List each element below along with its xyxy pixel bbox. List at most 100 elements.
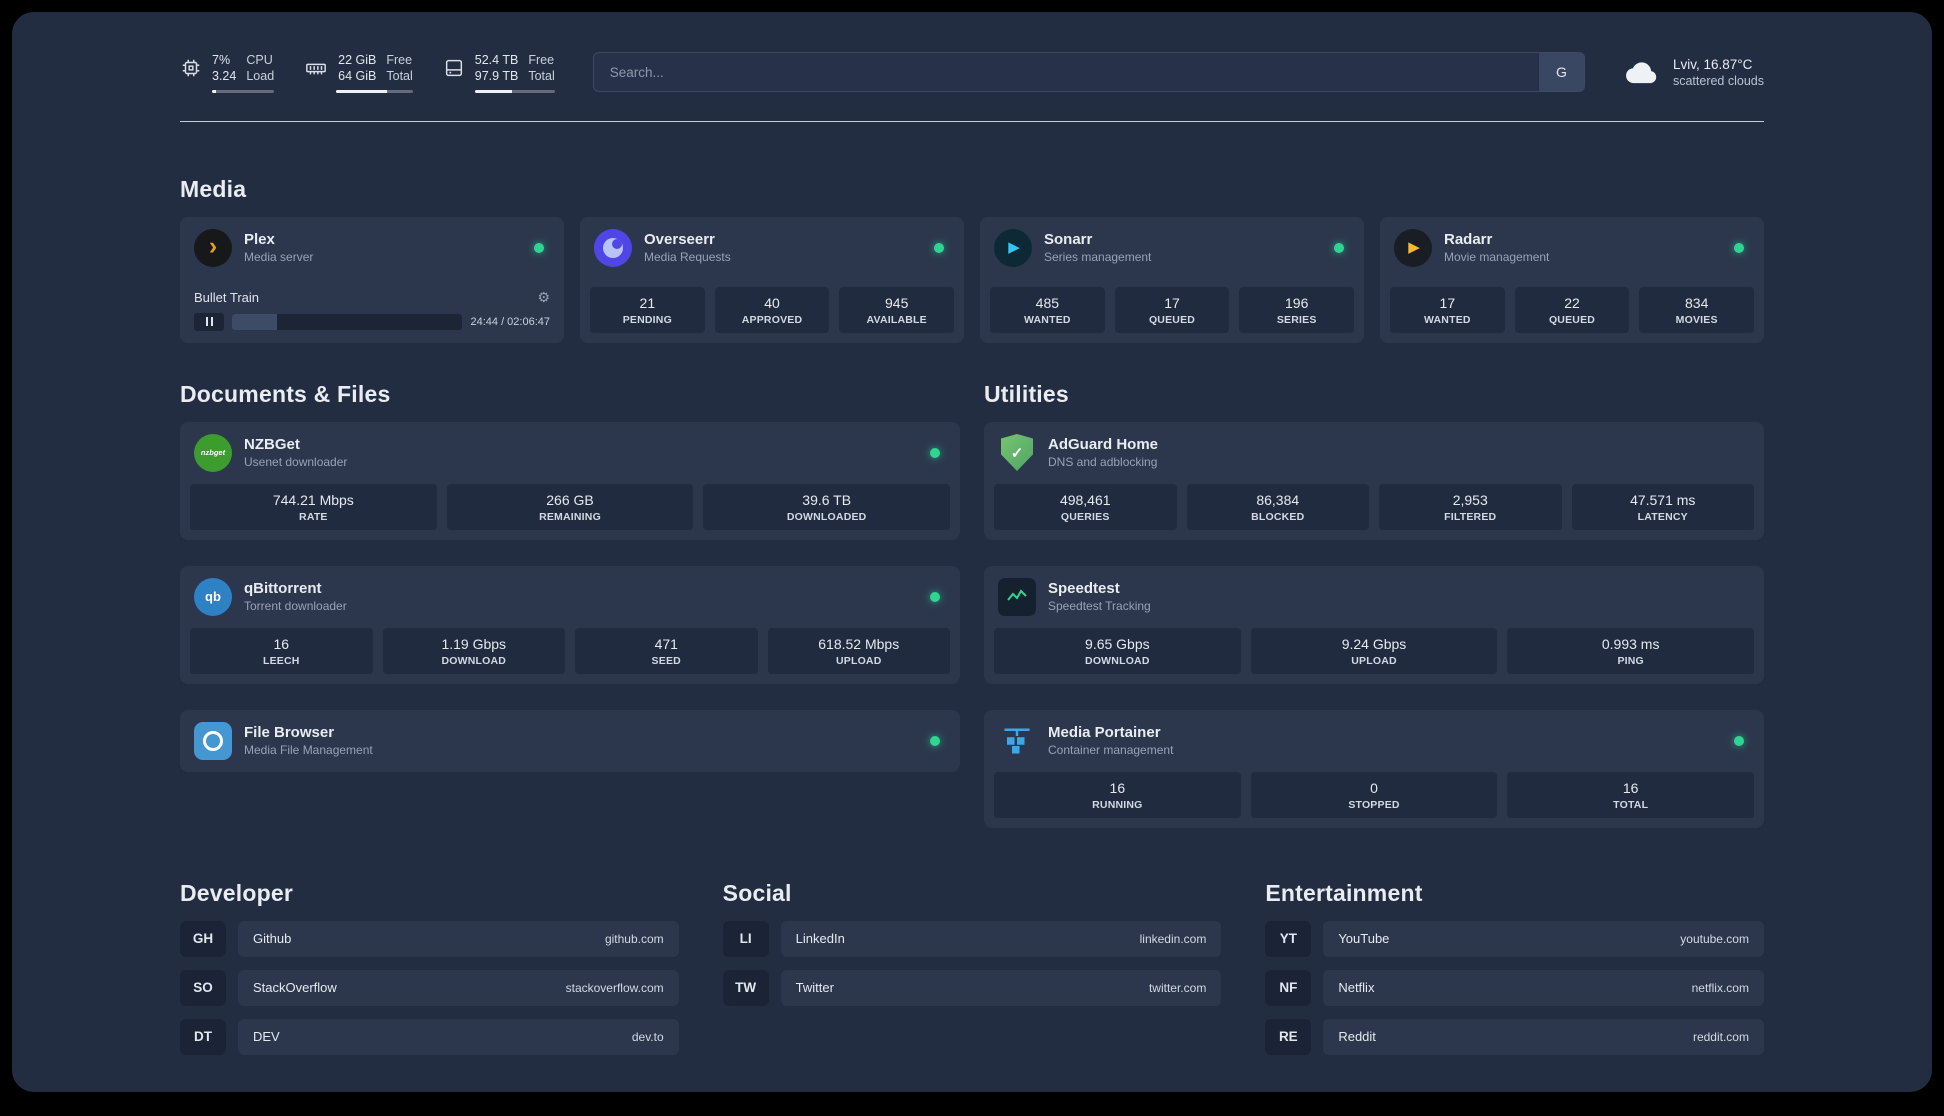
bookmark-group-developer: Developer GH Github github.com SO StackOv… — [180, 880, 679, 1068]
stat-tile: 39.6 TB DOWNLOADED — [703, 483, 951, 530]
card-radarr[interactable]: ▶ Radarr Movie management 17 WANTED 22 QUE… — [1380, 216, 1764, 343]
card-qbittorrent[interactable]: qb qBittorrent Torrent downloader 16 LEEC… — [180, 565, 960, 684]
playback-time: 24:44 / 02:06:47 — [470, 315, 550, 328]
bookmark-link-linkedin[interactable]: LinkedIn linkedin.com — [780, 920, 1222, 957]
bookmark-link-netflix[interactable]: Netflix netflix.com — [1323, 969, 1764, 1006]
section-utilities: Utilities ✓ AdGuard Home DNS and adblock… — [984, 381, 1764, 828]
app-subtitle: Series management — [1044, 250, 1152, 264]
stat-tile: 266 GB REMAINING — [446, 483, 694, 530]
cpu-usage-bar — [212, 89, 275, 93]
app-subtitle: Movie management — [1444, 250, 1550, 264]
stat-tile: 0.993 ms PING — [1507, 627, 1755, 674]
stat-tile: 17 WANTED — [1390, 286, 1505, 333]
bookmark-link-youtube[interactable]: YouTube youtube.com — [1323, 920, 1764, 957]
stat-tile: 618.52 Mbps UPLOAD — [767, 627, 950, 674]
stat-tile: 16 TOTAL — [1507, 771, 1755, 818]
stat-tile: 17 QUEUED — [1114, 286, 1230, 333]
settings-gear-icon[interactable]: ⚙ — [537, 290, 550, 304]
sonarr-icon: ▶ — [994, 228, 1032, 267]
search-input[interactable] — [593, 53, 1538, 92]
stat-tile: 196 SERIES — [1239, 286, 1355, 333]
bookmark-row: LI LinkedIn linkedin.com — [722, 920, 1222, 957]
app-subtitle: DNS and adblocking — [1048, 455, 1158, 469]
bookmark-row: RE Reddit reddit.com — [1265, 1018, 1764, 1055]
card-nzbget[interactable]: nzbget NZBGet Usenet downloader 744.21 M… — [180, 421, 960, 540]
bookmark-row: DT DEV dev.to — [180, 1018, 679, 1055]
card-media-portainer[interactable]: Media Portainer Container management 16 R… — [984, 709, 1764, 828]
weather-location: Lviv, 16.87°C — [1672, 56, 1753, 72]
status-dot — [930, 735, 940, 746]
card-speedtest[interactable]: Speedtest Speedtest Tracking 9.65 Gbps DO… — [984, 565, 1764, 684]
card-sonarr[interactable]: ▶ Sonarr Series management 485 WANTED 17 Q… — [980, 216, 1364, 343]
stat-tile: 16 RUNNING — [994, 771, 1241, 818]
file-browser-icon — [194, 721, 232, 760]
search-bar: G — [592, 52, 1585, 93]
memory-icon — [306, 63, 327, 75]
topbar: 7% 3.24 CPU Load 22 GiB 64 GiB Free Tota… — [180, 52, 1764, 93]
memory-usage-bar — [336, 89, 413, 93]
disk-label-1: Free — [528, 53, 555, 67]
section-title-entertainment: Entertainment — [1265, 879, 1423, 906]
app-name: Sonarr — [1044, 231, 1093, 248]
bookmark-link-dev[interactable]: DEV dev.to — [238, 1018, 679, 1055]
stat-tile: 0 STOPPED — [1250, 771, 1498, 818]
search-provider-button[interactable]: G — [1537, 53, 1584, 92]
disk-free: 52.4 TB — [474, 53, 519, 67]
bookmark-abbr: GH — [180, 920, 226, 957]
app-subtitle: Speedtest Tracking — [1048, 599, 1151, 613]
card-adguard-home[interactable]: ✓ AdGuard Home DNS and adblocking 498,46… — [984, 421, 1764, 540]
topbar-divider — [180, 120, 1764, 122]
cpu-label-1: CPU — [246, 53, 273, 67]
weather-widget[interactable]: Lviv, 16.87°C scattered clouds — [1623, 57, 1764, 88]
app-name: File Browser — [244, 724, 335, 741]
bookmark-link-github[interactable]: Github github.com — [238, 920, 679, 957]
app-subtitle: Usenet downloader — [244, 455, 348, 469]
plex-icon: › — [194, 228, 232, 267]
cloud-icon — [1626, 62, 1657, 84]
section-title-social: Social — [722, 879, 792, 906]
app-name: Media Portainer — [1048, 724, 1161, 741]
bookmark-link-stackoverflow[interactable]: StackOverflow stackoverflow.com — [238, 969, 679, 1006]
stat-tile: 86,384 BLOCKED — [1186, 483, 1369, 530]
card-overseerr[interactable]: Overseerr Media Requests 21 PENDING 40 APP… — [580, 216, 964, 343]
adguard-shield-icon: ✓ — [998, 434, 1036, 472]
bookmark-abbr: DT — [180, 1018, 226, 1055]
disk-total: 97.9 TB — [474, 69, 519, 84]
bookmark-row: TW Twitter twitter.com — [722, 969, 1222, 1006]
stat-tile: 40 APPROVED — [714, 286, 830, 333]
stat-tile: 2,953 FILTERED — [1379, 483, 1562, 530]
section-title-documents: Documents & Files — [180, 380, 391, 407]
stat-tile: 9.65 Gbps DOWNLOAD — [994, 627, 1241, 674]
app-name: NZBGet — [244, 436, 300, 453]
stat-tile: 21 PENDING — [590, 286, 705, 333]
qbittorrent-icon: qb — [194, 577, 232, 616]
bookmark-link-reddit[interactable]: Reddit reddit.com — [1323, 1018, 1764, 1055]
bookmark-abbr: NF — [1265, 969, 1312, 1006]
section-documents: Documents & Files nzbget NZBGet Usenet d… — [180, 381, 960, 772]
stat-tile: 16 LEECH — [190, 627, 373, 674]
stat-tile: 485 WANTED — [990, 286, 1105, 333]
status-dot — [930, 447, 940, 458]
card-plex[interactable]: › Plex Media server Bullet Train ⚙ 24:44… — [180, 216, 564, 343]
bookmark-abbr: TW — [722, 969, 769, 1006]
app-subtitle: Torrent downloader — [244, 599, 347, 613]
status-dot — [534, 242, 544, 253]
bookmark-link-twitter[interactable]: Twitter twitter.com — [780, 969, 1222, 1006]
cpu-icon — [182, 60, 200, 77]
pause-button[interactable] — [194, 312, 224, 331]
stat-tile: 471 SEED — [575, 627, 758, 674]
progress-bar[interactable] — [232, 313, 463, 330]
stat-tile: 744.21 Mbps RATE — [190, 483, 437, 530]
app-subtitle: Media Requests — [644, 250, 731, 264]
app-name: Speedtest — [1048, 580, 1120, 597]
disk-widget: 52.4 TB 97.9 TB Free Total — [443, 52, 555, 93]
memory-label-2: Total — [386, 69, 413, 84]
stat-tile: 834 MOVIES — [1639, 286, 1755, 333]
bookmark-abbr: SO — [180, 969, 226, 1006]
cpu-percent: 7% — [212, 53, 231, 67]
memory-widget: 22 GiB 64 GiB Free Total — [304, 52, 413, 93]
bookmark-abbr: YT — [1265, 920, 1312, 957]
card-file-browser[interactable]: File Browser Media File Management — [180, 709, 960, 772]
section-title-developer: Developer — [180, 879, 294, 906]
status-dot — [1734, 735, 1744, 746]
